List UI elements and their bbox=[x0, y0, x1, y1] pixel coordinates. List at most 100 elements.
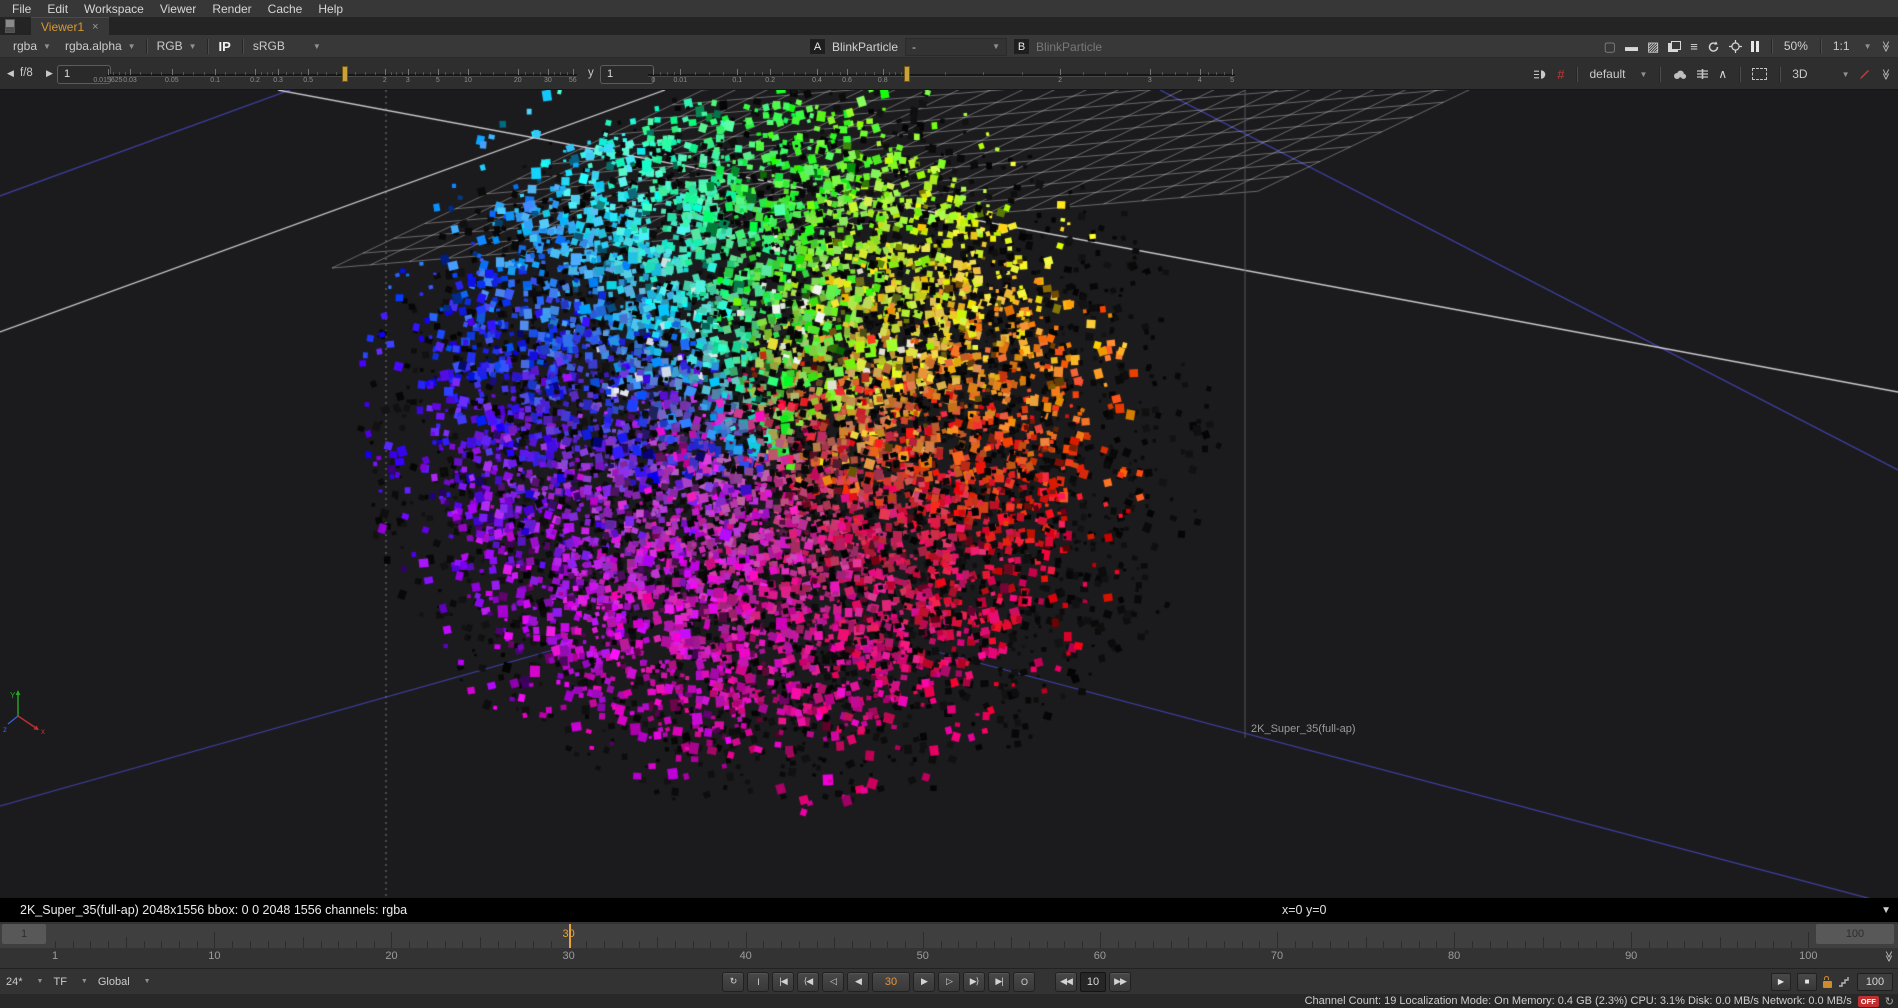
timeline-ruler[interactable] bbox=[0, 924, 1898, 948]
full-frame-icon[interactable]: ▬ bbox=[1625, 40, 1638, 53]
checker-overlay-icon[interactable]: ▨ bbox=[1647, 40, 1659, 53]
particle-canvas[interactable] bbox=[0, 90, 1898, 898]
cycle-mode-button[interactable]: ↻ bbox=[722, 972, 744, 992]
new-viewer-window-icon[interactable] bbox=[1668, 41, 1681, 52]
info-caret-icon[interactable]: ▼ bbox=[1881, 905, 1891, 916]
b-input-button[interactable]: B bbox=[1014, 39, 1029, 54]
prev-keyframe-button[interactable]: ⟨◀ bbox=[797, 972, 819, 992]
menu-cache[interactable]: Cache bbox=[260, 2, 311, 16]
menu-help[interactable]: Help bbox=[310, 2, 351, 16]
fstop-down-icon[interactable]: ◀ bbox=[7, 68, 14, 79]
slider-minor-tick bbox=[267, 72, 268, 75]
fps-dropdown[interactable]: 24*▼ bbox=[6, 976, 43, 988]
slider-tick-label: 0 bbox=[651, 77, 655, 84]
slider-minor-tick bbox=[140, 72, 141, 75]
goto-end-button[interactable]: ▶| bbox=[988, 972, 1010, 992]
collapse-toolbar-icon[interactable]: ≫ bbox=[1880, 68, 1893, 80]
menu-render[interactable]: Render bbox=[204, 2, 259, 16]
timeline-collapse-icon[interactable]: ≫ bbox=[1883, 951, 1896, 963]
gamma-input[interactable]: 1 bbox=[600, 65, 654, 84]
gain-slider[interactable]: 0.0156250.030.050.10.20.30.5123510203056 bbox=[107, 64, 577, 88]
input-process-button[interactable]: IP bbox=[211, 39, 239, 54]
proxy-dropdown[interactable]: 1:1▼ bbox=[1833, 39, 1872, 53]
frame-tick bbox=[1631, 932, 1632, 948]
range-mode-dropdown[interactable]: Global▼ bbox=[98, 976, 151, 988]
pane-layout-icon[interactable] bbox=[5, 19, 15, 33]
goto-start-button[interactable]: |◀ bbox=[772, 972, 794, 992]
view-mode-dropdown[interactable]: 3D▼ bbox=[1792, 67, 1849, 81]
transport-bar: 24*▼ TF▼ Global▼ ↻I|◀⟨◀◁◀30▶▷▶⟩▶|O◀◀10▶▶… bbox=[0, 968, 1898, 994]
collapse-toolbar-icon[interactable]: ≫ bbox=[1880, 40, 1893, 52]
lut-curve-icon[interactable]: ∧ bbox=[1718, 68, 1727, 80]
slider-handle[interactable] bbox=[342, 66, 348, 82]
refresh-icon[interactable] bbox=[1707, 40, 1720, 53]
a-input-button[interactable]: A bbox=[810, 39, 825, 54]
slider-tick bbox=[215, 69, 216, 75]
slider-tick bbox=[1060, 69, 1061, 75]
menu-file[interactable]: File bbox=[4, 2, 39, 16]
current-frame-box[interactable]: 30 bbox=[872, 972, 910, 992]
range-start-box[interactable]: 1 bbox=[2, 924, 46, 944]
lock-icon[interactable] bbox=[1823, 981, 1832, 988]
roi-target-icon[interactable] bbox=[1729, 40, 1742, 53]
stack-mode-icon[interactable]: ≡ bbox=[1690, 40, 1698, 53]
menu-workspace[interactable]: Workspace bbox=[76, 2, 152, 16]
wipe-mode-dropdown[interactable]: -▼ bbox=[905, 38, 1007, 56]
a-input-node[interactable]: BlinkParticle bbox=[832, 40, 898, 54]
display-channels-dropdown[interactable]: RGB▼ bbox=[150, 38, 204, 54]
next-keyframe-button[interactable]: ▶⟩ bbox=[963, 972, 985, 992]
tab-viewer1[interactable]: Viewer1 × bbox=[31, 17, 109, 35]
pause-updates-icon[interactable] bbox=[1751, 41, 1759, 52]
timeline-mode-dropdown[interactable]: TF▼ bbox=[53, 976, 87, 988]
edit-pencil-icon[interactable] bbox=[1858, 68, 1871, 81]
viewer-process-dropdown[interactable]: default▼ bbox=[1589, 67, 1647, 81]
frame-tick bbox=[1436, 941, 1437, 948]
fstop-up-icon[interactable]: ▶ bbox=[46, 68, 53, 79]
gain-region-icon[interactable]: ▢ bbox=[1604, 40, 1616, 53]
slider-minor-tick bbox=[272, 72, 273, 75]
headlamp-icon[interactable] bbox=[1533, 69, 1548, 80]
cache-levels-icon[interactable] bbox=[1838, 976, 1851, 987]
step-forward-button[interactable]: ▷ bbox=[938, 972, 960, 992]
frame-range-lock-button[interactable]: I bbox=[747, 972, 769, 992]
slider-tick-label: 5 bbox=[1230, 77, 1234, 84]
stop-flag-button[interactable]: ■ bbox=[1797, 973, 1817, 991]
layer-dropdown[interactable]: rgba▼ bbox=[6, 38, 58, 54]
stereo-modes-icon[interactable] bbox=[1696, 68, 1709, 80]
skip-back-button[interactable]: ◀◀ bbox=[1055, 972, 1077, 992]
roi-rect-icon[interactable] bbox=[1752, 68, 1767, 80]
range-end-box[interactable]: 100 bbox=[1816, 924, 1894, 944]
timeline[interactable]: 1 100 1102030405060708090100 ≫ 30 bbox=[0, 922, 1898, 968]
slider-tick bbox=[548, 69, 549, 75]
cloud-icon[interactable] bbox=[1672, 69, 1687, 80]
axis-y-label: Y bbox=[10, 691, 16, 700]
refresh-status-icon[interactable]: ↻ bbox=[1885, 995, 1894, 1008]
frame-increment-box[interactable]: 10 bbox=[1080, 972, 1106, 992]
b-input-node[interactable]: BlinkParticle bbox=[1036, 40, 1102, 54]
play-backward-button[interactable]: ◀ bbox=[847, 972, 869, 992]
frame-tick bbox=[427, 941, 428, 948]
frame-tick bbox=[1507, 941, 1508, 948]
menu-viewer[interactable]: Viewer bbox=[152, 2, 204, 16]
slider-tick-label: 2 bbox=[1058, 77, 1062, 84]
slider-minor-tick bbox=[983, 72, 984, 75]
render-flag-button[interactable]: ▶ bbox=[1771, 973, 1791, 991]
play-forward-button[interactable]: ▶ bbox=[913, 972, 935, 992]
cache-size-box[interactable]: 100 bbox=[1857, 973, 1893, 991]
slider-minor-tick bbox=[204, 72, 205, 75]
tab-close-icon[interactable]: × bbox=[92, 21, 98, 33]
gamma-slider[interactable]: 00.010.10.20.40.60.812345 bbox=[648, 64, 1235, 88]
loop-toggle-button[interactable]: O bbox=[1013, 972, 1035, 992]
slider-handle[interactable] bbox=[904, 66, 910, 82]
alpha-layer-dropdown[interactable]: rgba.alpha▼ bbox=[58, 38, 143, 54]
slider-tick bbox=[770, 69, 771, 75]
step-back-button[interactable]: ◁ bbox=[822, 972, 844, 992]
slider-minor-tick bbox=[375, 72, 376, 75]
menu-edit[interactable]: Edit bbox=[39, 2, 76, 16]
skip-forward-button[interactable]: ▶▶ bbox=[1109, 972, 1131, 992]
viewer-viewport-3d[interactable]: 2K_Super_35(full-ap) Y x z bbox=[0, 90, 1898, 898]
colorspace-dropdown[interactable]: sRGB▼ bbox=[246, 38, 328, 54]
guides-icon[interactable]: # bbox=[1557, 67, 1564, 82]
frame-tick bbox=[1419, 941, 1420, 948]
zoom-level[interactable]: 50% bbox=[1784, 39, 1808, 53]
